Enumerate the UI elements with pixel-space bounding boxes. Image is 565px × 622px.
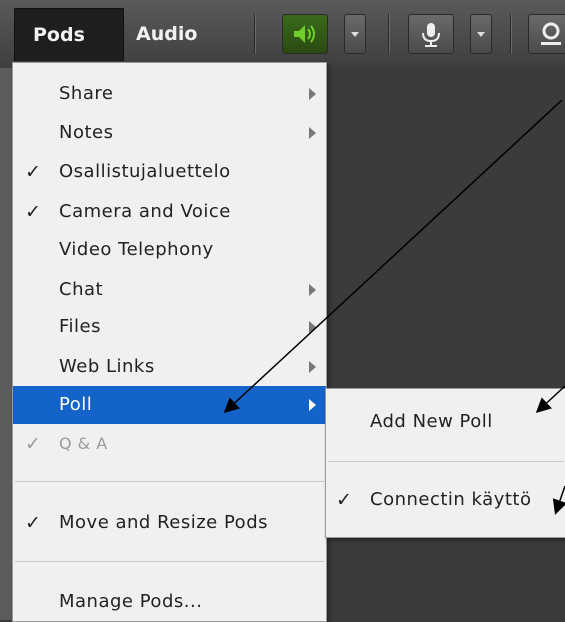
left-strip: [0, 68, 12, 620]
menu-item-label: Poll: [59, 394, 93, 415]
toolbar-separator: [510, 14, 511, 54]
menu-item-q-and-a: ✓ Q & A: [13, 425, 326, 463]
menu-item-poll[interactable]: Poll: [13, 386, 326, 424]
menu-item-label: Chat: [59, 279, 104, 300]
submenu-item-connectin-kaytto[interactable]: ✓ Connectin käyttö: [326, 477, 565, 523]
menu-item-osallistujaluettelo[interactable]: ✓ Osallistujaluettelo: [13, 153, 326, 191]
menu-item-files[interactable]: Files: [13, 308, 326, 346]
chevron-right-icon: [309, 127, 316, 139]
checkmark-icon: ✓: [25, 512, 42, 534]
toolbar-separator: [388, 14, 389, 54]
menu-item-label: Osallistujaluettelo: [59, 161, 231, 182]
toolbar-separator: [254, 14, 255, 54]
submenu-item-label: Connectin käyttö: [370, 489, 532, 510]
menu-item-manage-pods[interactable]: Manage Pods...: [13, 583, 326, 621]
menu-item-label: Camera and Voice: [59, 201, 231, 222]
menu-item-label: Share: [59, 83, 114, 104]
webcam-button[interactable]: [528, 14, 565, 54]
menu-item-label: Web Links: [59, 356, 155, 377]
speaker-dropdown[interactable]: [344, 14, 366, 54]
menu-item-web-links[interactable]: Web Links: [13, 348, 326, 386]
menu-item-label: Video Telephony: [59, 239, 214, 260]
chevron-right-icon: [309, 361, 316, 373]
chevron-right-icon: [309, 88, 316, 100]
pods-menu: Share Notes ✓ Osallistujaluettelo ✓ Came…: [12, 62, 327, 622]
menu-item-label: Manage Pods...: [59, 591, 203, 612]
menu-item-video-telephony[interactable]: Video Telephony: [13, 231, 326, 269]
submenu-item-add-new-poll[interactable]: Add New Poll: [326, 399, 565, 445]
submenu-divider: [328, 461, 564, 462]
checkmark-icon: ✓: [25, 433, 42, 455]
submenu-item-label: Add New Poll: [370, 411, 493, 432]
speaker-icon: [294, 25, 315, 43]
microphone-button[interactable]: [408, 14, 454, 54]
checkmark-icon: ✓: [25, 201, 42, 223]
menu-item-move-and-resize-pods[interactable]: ✓ Move and Resize Pods: [13, 504, 326, 542]
checkmark-icon: ✓: [25, 161, 42, 183]
menu-item-notes[interactable]: Notes: [13, 114, 326, 152]
menu-pods[interactable]: Pods: [14, 8, 124, 61]
speaker-button[interactable]: [282, 14, 328, 54]
chevron-right-icon: [309, 284, 316, 296]
chevron-down-icon: [477, 32, 485, 37]
menu-audio[interactable]: Audio: [118, 8, 215, 60]
webcam-icon: [541, 22, 561, 45]
chevron-right-icon: [309, 399, 316, 411]
checkmark-icon: ✓: [336, 489, 353, 511]
menu-divider: [15, 561, 324, 562]
menu-item-share[interactable]: Share: [13, 75, 326, 113]
menu-item-chat[interactable]: Chat: [13, 271, 326, 309]
microphone-icon: [422, 23, 440, 47]
menu-divider: [15, 481, 324, 482]
menubar: Pods Audio: [0, 0, 565, 69]
microphone-dropdown[interactable]: [470, 14, 492, 54]
menu-item-label: Move and Resize Pods: [59, 512, 269, 533]
chevron-down-icon: [351, 32, 359, 37]
chevron-right-icon: [309, 321, 316, 333]
menu-item-label: Files: [59, 316, 101, 337]
menu-item-label: Q & A: [59, 434, 108, 453]
menu-item-camera-and-voice[interactable]: ✓ Camera and Voice: [13, 193, 326, 231]
poll-submenu: Add New Poll ✓ Connectin käyttö: [325, 388, 565, 538]
menu-item-label: Notes: [59, 122, 114, 143]
